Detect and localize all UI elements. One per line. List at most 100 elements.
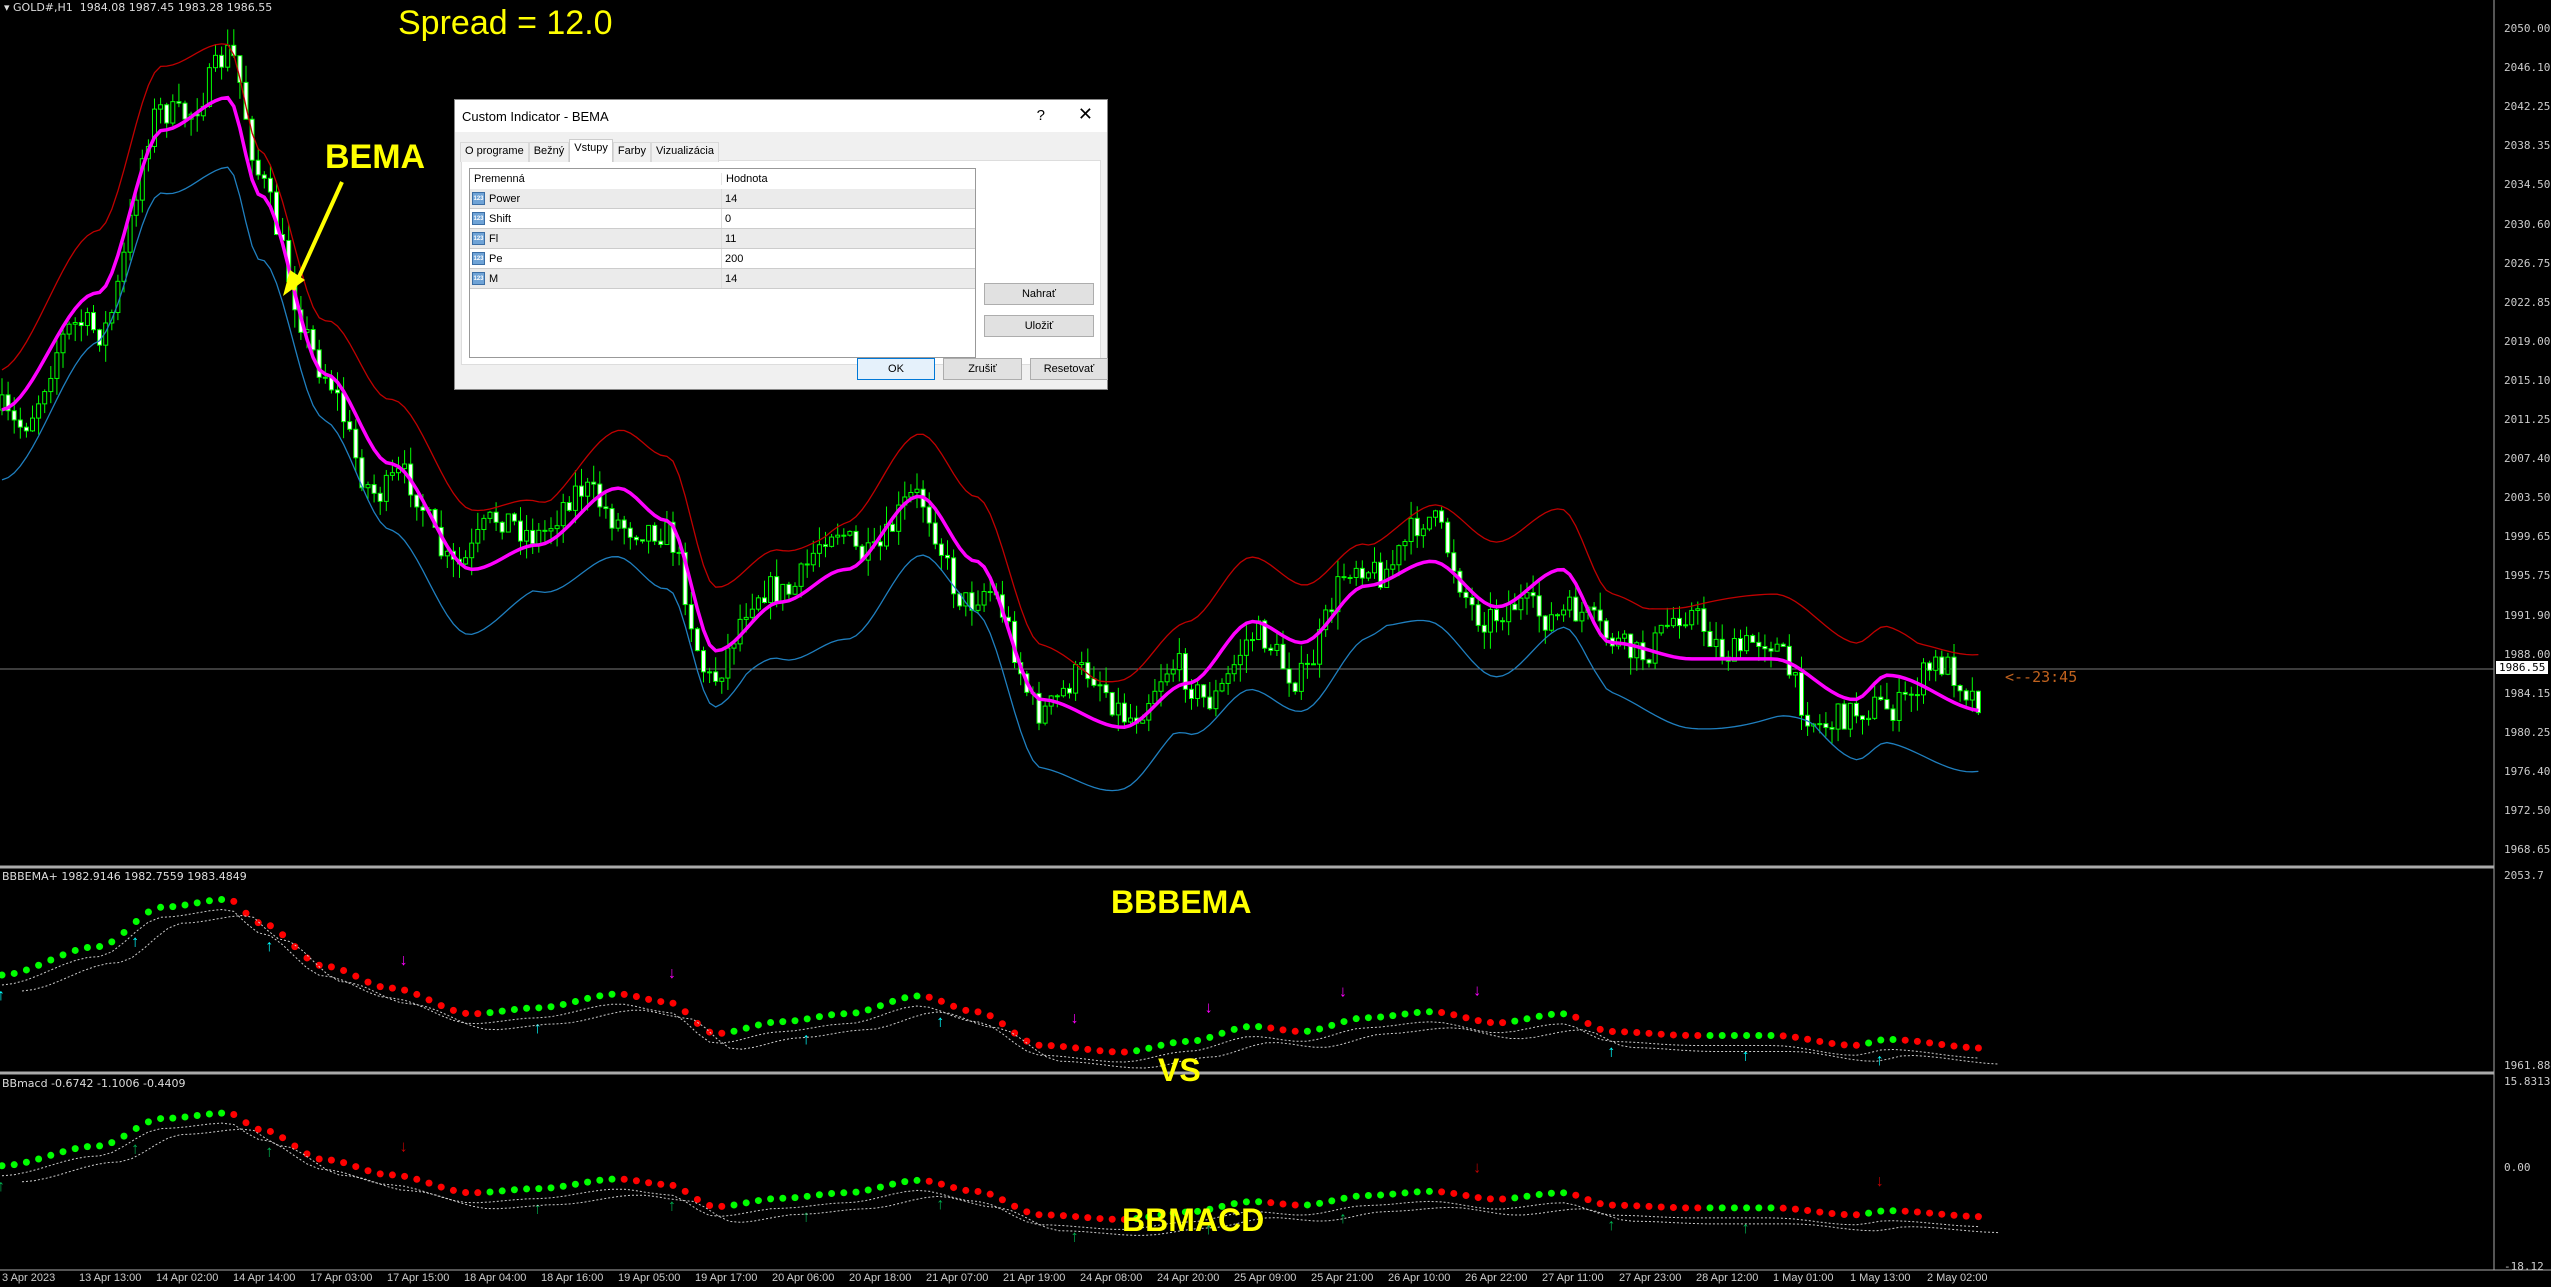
candle-body bbox=[1921, 662, 1926, 696]
bbbema-dot bbox=[1377, 1013, 1385, 1021]
bbbema-dot bbox=[1718, 1031, 1726, 1039]
candle-body bbox=[1603, 620, 1609, 639]
bbbema-dot bbox=[1352, 1015, 1360, 1023]
candle-body bbox=[621, 519, 627, 529]
bbmacd-dot bbox=[645, 1179, 653, 1187]
candle-body bbox=[469, 542, 475, 559]
tab-vstupy[interactable]: Vstupy bbox=[569, 139, 613, 162]
column-value: Hodnota bbox=[726, 173, 768, 185]
tab-bežný[interactable]: Bežný bbox=[528, 142, 570, 162]
candle-body bbox=[1957, 685, 1963, 692]
input-row[interactable]: 123 Shift 0 bbox=[470, 209, 975, 229]
variable-value[interactable]: 14 bbox=[722, 273, 737, 285]
bbbema-dot bbox=[1621, 1028, 1629, 1036]
number-type-icon: 123 bbox=[472, 232, 485, 245]
bbbema-dot bbox=[376, 983, 384, 991]
variable-value[interactable]: 0 bbox=[722, 213, 731, 225]
chart-canvas[interactable]: ↑↑ ↑↓↑↓↑↑ ↓↓↓ ↓↑ ↑ ↑↑↑ ↑ ↓↑ ↑↑↑↑ ↑↑↓↑ ↑↓ bbox=[0, 0, 2551, 1287]
bbmacd-dot bbox=[1791, 1205, 1799, 1213]
bbbema-dot bbox=[108, 938, 116, 946]
input-row[interactable]: 123 M 14 bbox=[470, 269, 975, 289]
input-row[interactable]: 123 Fl 11 bbox=[470, 229, 975, 249]
input-row[interactable]: 123 Power 14 bbox=[470, 189, 975, 209]
candle-body bbox=[389, 472, 395, 476]
cancel-button[interactable]: Zrušiť bbox=[943, 358, 1022, 380]
tab-vizualizácia[interactable]: Vizualizácia bbox=[651, 142, 719, 162]
candle-body bbox=[1231, 664, 1237, 675]
time-tick: 26 Apr 22:00 bbox=[1465, 1272, 1528, 1284]
load-button[interactable]: Nahrať bbox=[984, 283, 1094, 305]
bbbema-dot bbox=[1877, 1036, 1885, 1044]
bbmacd-dot bbox=[584, 1178, 592, 1186]
variable-value[interactable]: 200 bbox=[722, 253, 743, 265]
candle-body bbox=[66, 323, 72, 335]
bbmacd-dot bbox=[120, 1132, 128, 1140]
bbmacd-dot bbox=[1828, 1209, 1836, 1217]
bbmacd-dot bbox=[681, 1187, 689, 1195]
candle-body bbox=[23, 426, 29, 432]
bbbema-dot bbox=[1669, 1031, 1677, 1039]
bbmacd-dot bbox=[901, 1178, 909, 1186]
time-tick: 3 Apr 2023 bbox=[2, 1272, 56, 1284]
variable-value[interactable]: 11 bbox=[722, 233, 736, 245]
tab-farby[interactable]: Farby bbox=[612, 142, 652, 162]
candle-body bbox=[658, 540, 664, 546]
bbmacd-dot bbox=[1584, 1196, 1592, 1204]
bbmacd-dot bbox=[352, 1163, 360, 1171]
bbmacd-dot bbox=[108, 1139, 116, 1147]
price-tick: 1999.65 bbox=[2504, 530, 2551, 544]
price-tick: 2015.10 bbox=[2504, 373, 2551, 387]
candle-body bbox=[1073, 664, 1079, 694]
bbmacd-dot bbox=[815, 1191, 823, 1199]
candle-body bbox=[1359, 567, 1365, 579]
candle-body bbox=[938, 543, 944, 556]
bbbema-dot bbox=[1926, 1039, 1934, 1047]
tab-o-programe[interactable]: O programe bbox=[460, 142, 529, 162]
bbbema-arrow-up: ↑ bbox=[1876, 1052, 1884, 1069]
bbbema-dot bbox=[632, 992, 640, 1000]
candle-body bbox=[1042, 705, 1048, 724]
close-button[interactable]: ✕ bbox=[1078, 104, 1093, 125]
bbmacd-dot bbox=[205, 1110, 213, 1118]
subpanel2-max: 15.8313 bbox=[2504, 1075, 2551, 1088]
bbmacd-dot bbox=[1926, 1209, 1934, 1217]
bbbema-arrow-up: ↑ bbox=[265, 938, 273, 955]
bbbema-dot bbox=[620, 990, 628, 998]
bbmacd-dot bbox=[1377, 1191, 1385, 1199]
candle-body bbox=[225, 44, 231, 68]
price-tick: 1995.75 bbox=[2504, 569, 2551, 583]
candle-body bbox=[219, 54, 225, 68]
bbbema-dot bbox=[1413, 1009, 1421, 1017]
candle-body bbox=[164, 104, 170, 124]
candle-body bbox=[1658, 624, 1664, 634]
candle-body bbox=[688, 604, 694, 630]
price-tick: 2046.10 bbox=[2504, 61, 2551, 75]
reset-button[interactable]: Resetovať bbox=[1030, 358, 1108, 380]
bbbema-dot bbox=[83, 944, 91, 952]
candle-body bbox=[676, 551, 682, 554]
candle-body bbox=[36, 403, 42, 419]
ok-button[interactable]: OK bbox=[857, 358, 935, 380]
bbbema-dot bbox=[120, 928, 128, 936]
bbmacd-dot bbox=[1511, 1194, 1519, 1202]
help-button[interactable]: ? bbox=[1037, 107, 1045, 124]
candle-body bbox=[1768, 648, 1774, 652]
input-row[interactable]: 123 Pe 200 bbox=[470, 249, 975, 269]
time-tick: 17 Apr 15:00 bbox=[387, 1272, 450, 1284]
candle-body bbox=[1536, 595, 1542, 617]
save-button[interactable]: Uložiť bbox=[984, 315, 1094, 337]
bbbema-dot bbox=[1425, 1008, 1433, 1016]
variable-value[interactable]: 14 bbox=[722, 193, 737, 205]
time-tick: 21 Apr 07:00 bbox=[926, 1272, 989, 1284]
time-tick: 21 Apr 19:00 bbox=[1003, 1272, 1066, 1284]
bbmacd-dot bbox=[1706, 1204, 1714, 1212]
bbmacd-dot bbox=[608, 1175, 616, 1183]
candle-body bbox=[768, 576, 774, 603]
candle-body bbox=[798, 563, 804, 587]
candle-body bbox=[420, 506, 426, 511]
bbbema-dot bbox=[340, 967, 348, 975]
candle-body bbox=[487, 511, 493, 519]
candle-body bbox=[1878, 696, 1884, 701]
bbbema-dot bbox=[71, 946, 79, 954]
bbmacd-dot bbox=[669, 1181, 677, 1189]
